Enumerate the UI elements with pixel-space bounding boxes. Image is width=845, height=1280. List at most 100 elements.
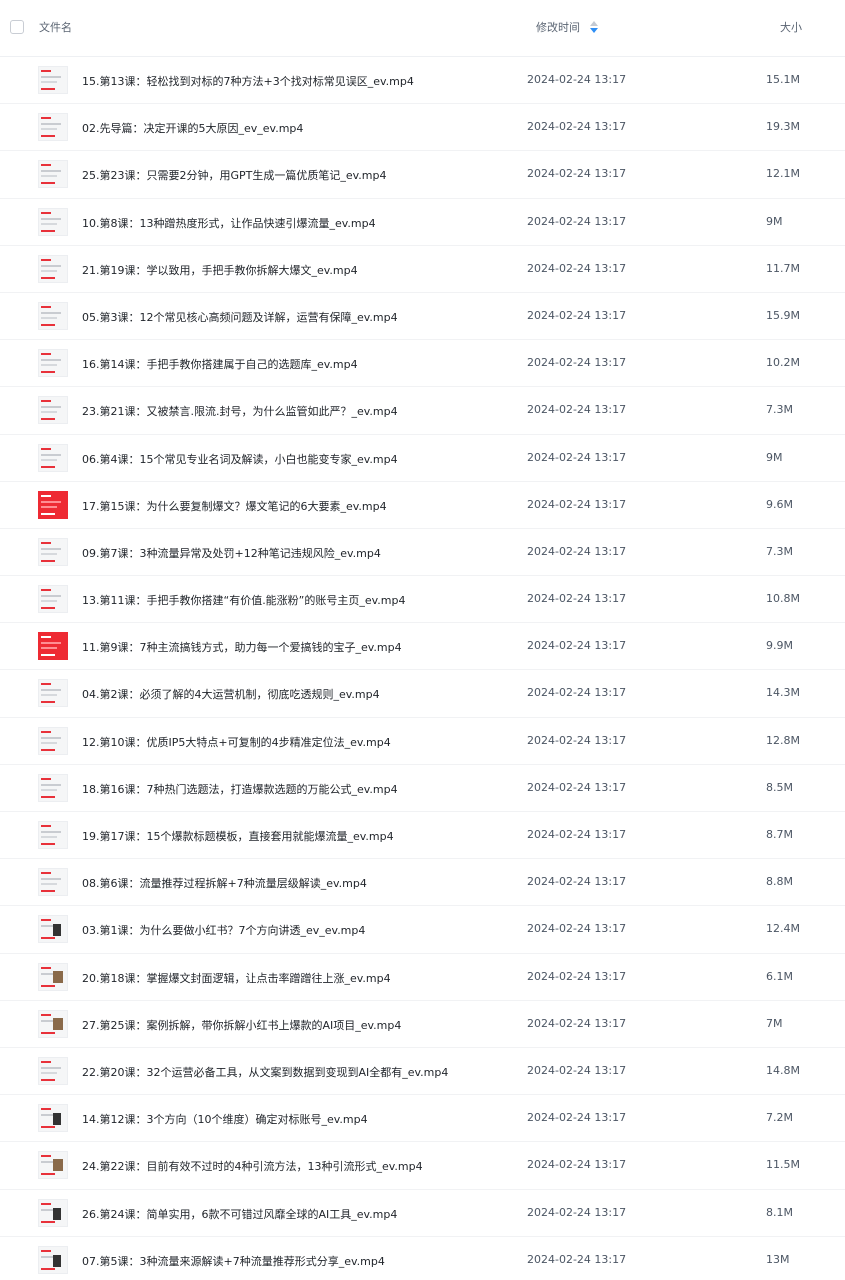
file-row[interactable]: 24.第22课：目前有效不过时的4种引流方法，13种引流形式_ev.mp4 202… <box>0 1142 845 1190</box>
file-name[interactable]: 16.第14课：手把手教你搭建属于自己的选题库_ev.mp4 <box>82 356 358 372</box>
select-all-checkbox[interactable] <box>10 20 24 34</box>
video-thumbnail[interactable] <box>38 1245 68 1274</box>
file-name[interactable]: 12.第10课：优质IP5大特点+可复制的4步精准定位法_ev.mp4 <box>82 734 391 750</box>
thumbnail-detail <box>41 123 61 126</box>
file-row[interactable]: 23.第21课：又被禁言.限流.封号，为什么监管如此严？_ev.mp4 2024-… <box>0 387 845 435</box>
file-size: 9.9M <box>766 639 793 653</box>
file-row[interactable]: 18.第16课：7种热门选题法，打造爆款选题的万能公式_ev.mp4 2024-0… <box>0 765 845 812</box>
file-name[interactable]: 11.第9课：7种主流搞钱方式，助力每一个爱搞钱的宝子_ev.mp4 <box>82 639 402 655</box>
thumbnail-detail <box>41 589 51 592</box>
video-thumbnail[interactable] <box>38 396 68 425</box>
file-name[interactable]: 23.第21课：又被禁言.限流.封号，为什么监管如此严？_ev.mp4 <box>82 403 398 419</box>
file-row[interactable]: 10.第8课：13种蹭热度形式，让作品快速引爆流量_ev.mp4 2024-02-… <box>0 199 845 246</box>
file-row[interactable]: 19.第17课：15个爆款标题模板，直接套用就能爆流量_ev.mp4 2024-0… <box>0 812 845 860</box>
file-name[interactable]: 18.第16课：7种热门选题法，打造爆款选题的万能公式_ev.mp4 <box>82 781 398 797</box>
video-thumbnail[interactable] <box>38 632 68 661</box>
file-row[interactable]: 13.第11课：手把手教你搭建“有价值.能涨粉”的账号主页_ev.mp4 2024… <box>0 576 845 624</box>
thumbnail-detail <box>41 311 61 314</box>
thumbnail-detail <box>41 872 51 875</box>
file-name[interactable]: 13.第11课：手把手教你搭建“有价值.能涨粉”的账号主页_ev.mp4 <box>82 592 406 608</box>
thumbnail-detail <box>41 843 55 845</box>
video-thumbnail[interactable] <box>38 679 68 708</box>
file-name[interactable]: 21.第19课：学以致用，手把手教你拆解大爆文_ev.mp4 <box>82 262 358 278</box>
video-thumbnail[interactable] <box>38 207 68 236</box>
file-row[interactable]: 06.第4课：15个常见专业名词及解读，小白也能变专家_ev.mp4 2024-0… <box>0 435 845 482</box>
file-row[interactable]: 04.第2课：必须了解的4大运营机制，彻底吃透规则_ev.mp4 2024-02-… <box>0 670 845 718</box>
video-thumbnail[interactable] <box>38 773 68 802</box>
file-name[interactable]: 06.第4课：15个常见专业名词及解读，小白也能变专家_ev.mp4 <box>82 451 398 467</box>
video-thumbnail[interactable] <box>38 962 68 991</box>
column-header-modified-time[interactable]: 修改时间 <box>536 19 598 35</box>
video-thumbnail[interactable] <box>38 1009 68 1038</box>
column-header-size[interactable]: 大小 <box>780 19 802 35</box>
file-row[interactable]: 20.第18课：掌握爆文封面逻辑，让点击率蹭蹭往上涨_ev.mp4 2024-02… <box>0 954 845 1001</box>
thumbnail-detail <box>41 919 51 922</box>
file-row[interactable]: 26.第24课：简单实用，6款不可错过风靡全球的AI工具_ev.mp4 2024-… <box>0 1190 845 1237</box>
file-row[interactable]: 05.第3课：12个常见核心高频问题及详解，运营有保障_ev.mp4 2024-0… <box>0 293 845 341</box>
file-row[interactable]: 12.第10课：优质IP5大特点+可复制的4步精准定位法_ev.mp4 2024-… <box>0 718 845 765</box>
file-row[interactable]: 25.第23课：只需要2分钟，用GPT生成一篇优质笔记_ev.mp4 2024-0… <box>0 151 845 199</box>
file-name[interactable]: 10.第8课：13种蹭热度形式，让作品快速引爆流量_ev.mp4 <box>82 215 376 231</box>
video-thumbnail[interactable] <box>38 301 68 330</box>
file-name[interactable]: 04.第2课：必须了解的4大运营机制，彻底吃透规则_ev.mp4 <box>82 686 380 702</box>
file-row[interactable]: 08.第6课：流量推荐过程拆解+7种流量层级解读_ev.mp4 2024-02-2… <box>0 859 845 907</box>
file-name[interactable]: 07.第5课：3种流量来源解读+7种流量推荐形式分享_ev.mp4 <box>82 1253 385 1269</box>
file-row[interactable]: 11.第9课：7种主流搞钱方式，助力每一个爱搞钱的宝子_ev.mp4 2024-0… <box>0 623 845 671</box>
file-row[interactable]: 14.第12课：3个方向（10个维度）确定对标账号_ev.mp4 2024-02-… <box>0 1095 845 1143</box>
video-thumbnail[interactable] <box>38 726 68 755</box>
file-row[interactable]: 02.先导篇：决定开课的5大原因_ev_ev.mp4 2024-02-24 13:… <box>0 104 845 152</box>
video-thumbnail[interactable] <box>38 821 68 849</box>
video-thumbnail[interactable] <box>38 537 68 566</box>
file-name[interactable]: 17.第15课：为什么要复制爆文？爆文笔记的6大要素_ev.mp4 <box>82 498 387 514</box>
file-row[interactable]: 27.第25课：案例拆解，带你拆解小红书上爆款的AI项目_ev.mp4 2024-… <box>0 1001 845 1048</box>
file-name[interactable]: 27.第25课：案例拆解，带你拆解小红书上爆款的AI项目_ev.mp4 <box>82 1017 401 1033</box>
video-thumbnail[interactable] <box>38 915 68 944</box>
sort-desc-icon[interactable] <box>590 21 598 33</box>
file-modified-time: 2024-02-24 13:17 <box>527 922 627 936</box>
file-name[interactable]: 09.第7课：3种流量异常及处罚+12种笔记违规风险_ev.mp4 <box>82 545 381 561</box>
video-thumbnail[interactable] <box>38 585 68 614</box>
file-row[interactable]: 17.第15课：为什么要复制爆文？爆文笔记的6大要素_ev.mp4 2024-02… <box>0 482 845 529</box>
file-size: 9M <box>766 214 783 228</box>
file-name[interactable]: 02.先导篇：决定开课的5大原因_ev_ev.mp4 <box>82 120 303 136</box>
file-name[interactable]: 08.第6课：流量推荐过程拆解+7种流量层级解读_ev.mp4 <box>82 875 367 891</box>
file-name[interactable]: 19.第17课：15个爆款标题模板，直接套用就能爆流量_ev.mp4 <box>82 828 394 844</box>
column-header-name[interactable]: 文件名 <box>39 19 72 35</box>
video-thumbnail[interactable] <box>38 66 68 94</box>
file-name[interactable]: 20.第18课：掌握爆文封面逻辑，让点击率蹭蹭往上涨_ev.mp4 <box>82 970 391 986</box>
file-size: 10.8M <box>766 592 800 606</box>
video-thumbnail[interactable] <box>38 1104 68 1133</box>
video-thumbnail[interactable] <box>38 113 68 142</box>
thumbnail-detail <box>41 222 57 225</box>
file-name[interactable]: 22.第20课：32个运营必备工具，从文案到数据到变现到AI全都有_ev.mp4 <box>82 1064 448 1080</box>
video-thumbnail[interactable] <box>38 160 68 189</box>
video-thumbnail[interactable] <box>38 443 68 472</box>
file-name[interactable]: 24.第22课：目前有效不过时的4种引流方法，13种引流形式_ev.mp4 <box>82 1158 423 1174</box>
file-row[interactable]: 22.第20课：32个运营必备工具，从文案到数据到变现到AI全都有_ev.mp4… <box>0 1048 845 1096</box>
thumbnail-detail <box>41 500 61 503</box>
thumbnail-detail <box>41 117 51 120</box>
file-name[interactable]: 25.第23课：只需要2分钟，用GPT生成一篇优质笔记_ev.mp4 <box>82 167 386 183</box>
file-name[interactable]: 15.第13课：轻松找到对标的7种方法+3个找对标常见误区_ev.mp4 <box>82 73 414 89</box>
video-thumbnail[interactable] <box>38 254 68 283</box>
file-row[interactable]: 09.第7课：3种流量异常及处罚+12种笔记违规风险_ev.mp4 2024-02… <box>0 529 845 577</box>
file-size: 12.4M <box>766 922 800 936</box>
file-row[interactable]: 16.第14课：手把手教你搭建属于自己的选题库_ev.mp4 2024-02-24… <box>0 340 845 388</box>
file-row[interactable]: 15.第13课：轻松找到对标的7种方法+3个找对标常见误区_ev.mp4 2024… <box>0 57 845 105</box>
file-size: 10.2M <box>766 356 800 370</box>
file-row[interactable]: 07.第5课：3种流量来源解读+7种流量推荐形式分享_ev.mp4 2024-02… <box>0 1237 845 1280</box>
video-thumbnail[interactable] <box>38 349 68 378</box>
file-name[interactable]: 03.第1课：为什么要做小红书？7个方向讲透_ev_ev.mp4 <box>82 922 365 938</box>
video-thumbnail[interactable] <box>38 868 68 897</box>
video-thumbnail[interactable] <box>38 1056 68 1085</box>
file-name[interactable]: 26.第24课：简单实用，6款不可错过风靡全球的AI工具_ev.mp4 <box>82 1206 397 1222</box>
file-row[interactable]: 03.第1课：为什么要做小红书？7个方向讲透_ev_ev.mp4 2024-02-… <box>0 906 845 954</box>
thumbnail-detail <box>41 458 57 461</box>
file-row[interactable]: 21.第19课：学以致用，手把手教你拆解大爆文_ev.mp4 2024-02-24… <box>0 246 845 293</box>
video-thumbnail[interactable] <box>38 1151 68 1180</box>
file-name[interactable]: 05.第3课：12个常见核心高频问题及详解，运营有保障_ev.mp4 <box>82 309 398 325</box>
file-name[interactable]: 14.第12课：3个方向（10个维度）确定对标账号_ev.mp4 <box>82 1111 368 1127</box>
video-thumbnail[interactable] <box>38 1198 68 1227</box>
video-thumbnail[interactable] <box>38 490 68 519</box>
thumbnail-detail <box>41 229 55 232</box>
